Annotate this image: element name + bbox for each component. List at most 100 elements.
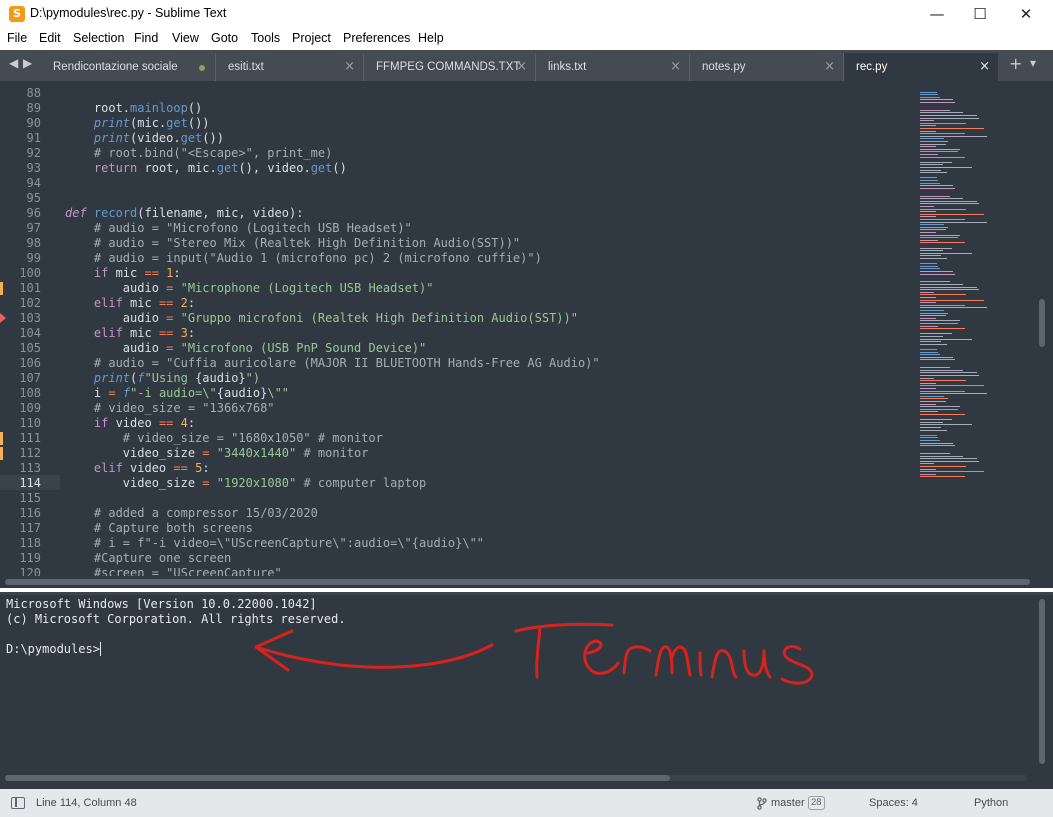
title-bar: S D:\pymodules\rec.py - Sublime Text — ☐… [0,0,1053,28]
line-number: 100 [19,266,41,280]
code-line: #Capture one screen [65,551,232,565]
minimap[interactable] [918,81,1033,576]
unsaved-dot-icon[interactable] [199,65,205,71]
menu-goto[interactable]: Goto [211,31,238,45]
letter-s [780,645,814,685]
tab-close-icon[interactable]: × [670,59,681,74]
minimap-line [920,177,938,179]
minimap-line [920,221,987,223]
tab-notes-py[interactable]: notes.py × [690,53,844,81]
minimap-line [920,138,945,140]
menu-edit[interactable]: Edit [39,31,61,45]
tab-rendicontazione-sociale[interactable]: Rendicontazione sociale [41,53,216,81]
minimap-line [920,453,950,454]
tab-ffmpeg-commands[interactable]: FFMPEG COMMANDS.TXT × [364,53,536,81]
terminal-horizontal-scrollbar[interactable] [5,775,1027,781]
tab-prev-icon[interactable]: ◀ [9,56,18,70]
minimap-line [920,242,965,244]
line-number: 108 [19,386,41,400]
line-number: 114 [19,476,41,490]
tab-overflow-icon[interactable]: ▾ [1030,56,1036,70]
editor-vertical-scrollbar[interactable] [1037,81,1047,576]
letter-i [698,651,703,677]
scroll-thumb[interactable] [5,579,1030,585]
minimap-line [920,122,966,124]
minimap-line [920,203,980,205]
letter-e [583,639,620,675]
minimize-button[interactable]: — [914,0,960,28]
tab-rec-py[interactable]: rec.py × [844,53,998,81]
minimap-line [920,224,945,226]
letter-m [654,645,692,677]
new-tab-icon[interactable]: + [1009,54,1022,73]
menu-preferences[interactable]: Preferences [343,31,410,45]
code-area[interactable]: root.mainloop() print(mic.get()) print(v… [65,81,915,576]
tab-links-txt[interactable]: links.txt × [536,53,690,81]
line-number: 110 [19,416,41,430]
terminal-vertical-scrollbar[interactable] [1037,599,1047,769]
syntax-setting[interactable]: Python [974,797,1008,809]
minimap-line [920,403,937,405]
minimap-line [920,398,948,400]
line-number: 112 [19,446,41,460]
minimap-line [920,317,937,319]
minimap-line [920,385,984,387]
minimap-line [920,440,940,441]
menu-tools[interactable]: Tools [251,31,280,45]
code-editor[interactable]: 88 89 90 91 92 93 94 95 96 97 98 99 100 101 102 103 104 1… [0,81,1053,576]
menu-find[interactable]: Find [134,31,158,45]
scroll-thumb[interactable] [5,775,670,781]
minimap-line [920,263,938,265]
menu-selection[interactable]: Selection [73,31,124,45]
editor-horizontal-scrollbar[interactable] [0,576,1053,588]
indentation-setting[interactable]: Spaces: 4 [869,797,918,809]
line-number: 88 [26,86,41,100]
code-line: #screen = "UScreenCapture" [65,566,282,576]
minimap-line [920,198,964,200]
handwritten-annotation [254,622,814,685]
minimap-line [920,325,938,327]
scroll-thumb[interactable] [1039,599,1045,764]
panel-toggle-icon[interactable] [11,797,25,809]
removed-line-marker [0,313,6,323]
tab-close-icon[interactable]: × [344,59,355,74]
minimap-line [920,185,954,187]
code-line: video_size = "3440x1440" # monitor [65,446,369,460]
minimap-line [920,333,952,335]
git-branch[interactable]: master [771,797,805,809]
tab-esiti-txt[interactable]: esiti.txt × [216,53,364,81]
close-window-button[interactable]: ✕ [1003,0,1049,28]
minimap-line [920,208,966,210]
tab-bar: ◀ ▶ Rendicontazione sociale esiti.txt × … [0,50,1053,81]
minimap-line [920,250,944,252]
minimap-line [920,338,973,340]
minimap-line [920,307,987,309]
tab-close-icon[interactable]: × [516,59,527,74]
menu-file[interactable]: File [7,31,27,45]
modified-line-marker [0,432,3,445]
menu-project[interactable]: Project [292,31,331,45]
tab-next-icon[interactable]: ▶ [23,56,32,70]
minimap-line [920,341,941,343]
scroll-thumb[interactable] [1039,299,1045,347]
minimap-line [920,167,973,168]
line-number: 111 [19,431,41,445]
minimap-line [920,117,980,119]
menu-view[interactable]: View [172,31,199,45]
minimap-line [920,437,938,439]
tab-close-icon[interactable]: × [824,59,835,74]
arrow-shaft [254,643,494,669]
terminal-panel[interactable]: Microsoft Windows [Version 10.0.22000.10… [0,592,1053,789]
minimap-line [920,351,938,353]
line-number: 96 [26,206,41,220]
code-line: if mic == 1: [93,266,181,280]
minimap-line [920,135,987,137]
tab-close-icon[interactable]: × [979,59,990,74]
minimap-line [920,115,977,116]
line-number: 98 [26,236,41,250]
menu-help[interactable]: Help [418,31,444,45]
status-bar: Line 114, Column 48 master 28 Spaces: 4 … [0,789,1053,817]
minimap-line [920,421,944,423]
maximize-button[interactable]: ☐ [957,0,1003,28]
minimap-line [920,336,944,337]
